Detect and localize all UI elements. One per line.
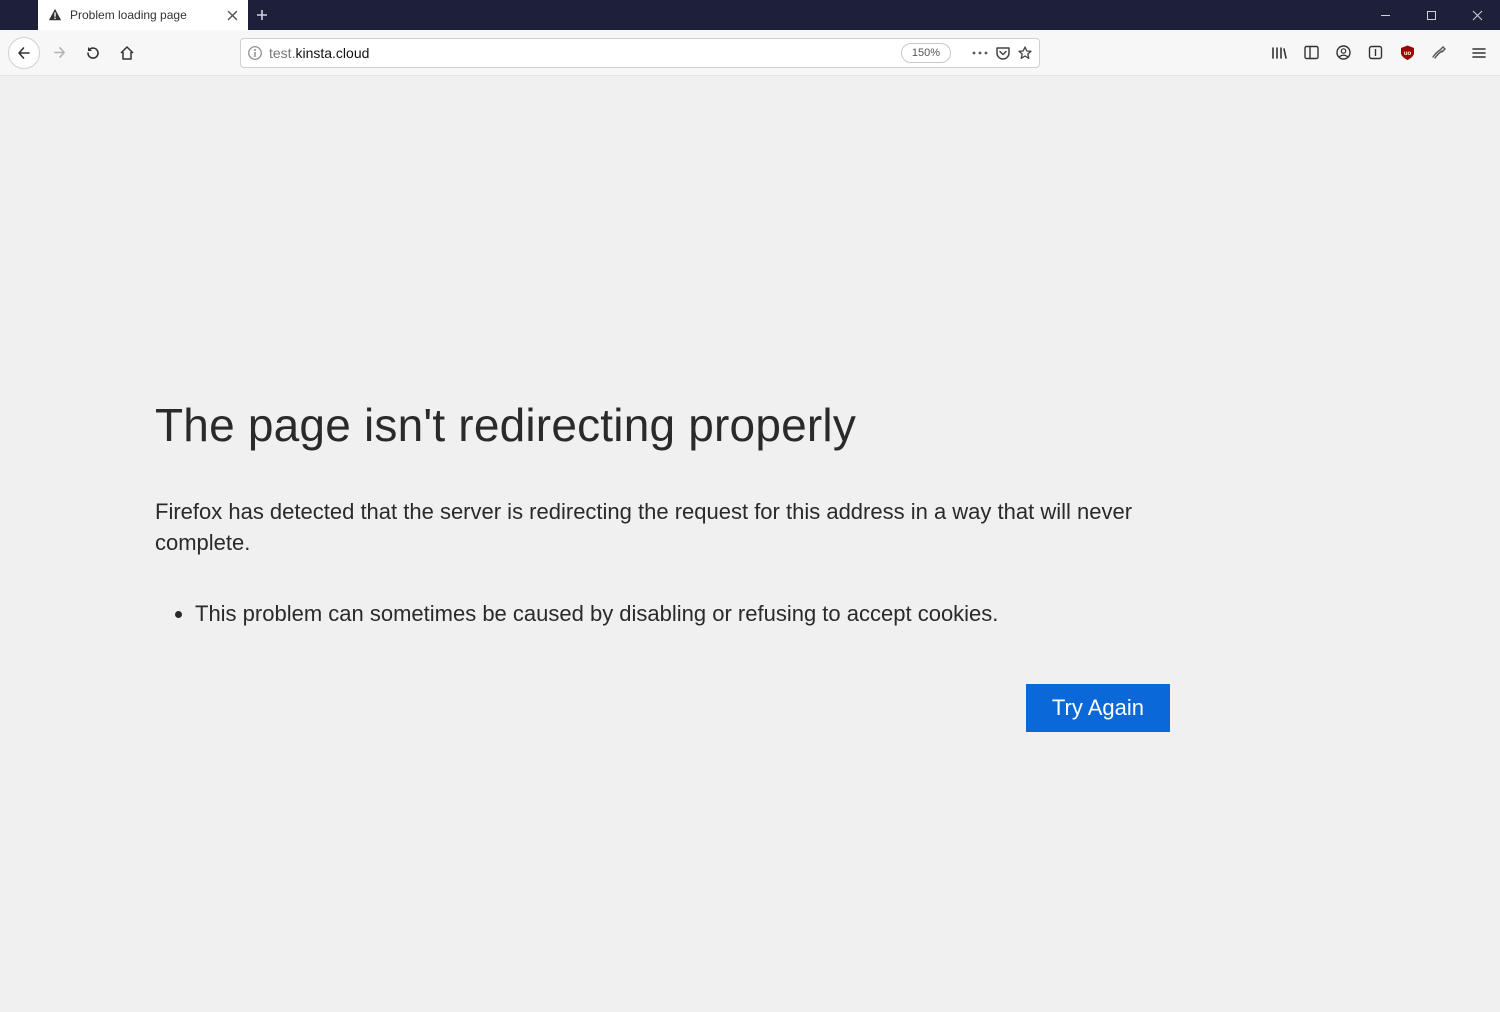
pocket-icon[interactable]	[995, 45, 1011, 61]
svg-text:uo: uo	[1403, 51, 1411, 57]
extension-sketch-icon[interactable]	[1424, 38, 1454, 68]
minimize-button[interactable]	[1362, 0, 1408, 30]
error-description: Firefox has detected that the server is …	[155, 497, 1170, 559]
url-prefix: test.	[269, 45, 295, 61]
library-icon[interactable]	[1264, 38, 1294, 68]
account-icon[interactable]	[1328, 38, 1358, 68]
maximize-button[interactable]	[1408, 0, 1454, 30]
warning-icon	[48, 8, 62, 22]
close-tab-icon[interactable]	[227, 10, 238, 21]
ublock-icon[interactable]: uo	[1392, 38, 1422, 68]
url-bar[interactable]: test.kinsta.cloud 150%	[240, 38, 1040, 68]
error-title: The page isn't redirecting properly	[155, 398, 1170, 452]
tab-strip: Problem loading page	[0, 0, 1500, 30]
hamburger-menu-icon[interactable]	[1464, 38, 1494, 68]
extension-container-icon[interactable]	[1360, 38, 1390, 68]
bookmark-star-icon[interactable]	[1017, 45, 1033, 61]
new-tab-button[interactable]	[248, 0, 276, 30]
sidebar-toggle-icon[interactable]	[1296, 38, 1326, 68]
toolbar-right: uo	[1164, 38, 1494, 68]
page-content: The page isn't redirecting properly Fire…	[0, 76, 1500, 1012]
browser-tab[interactable]: Problem loading page	[38, 0, 248, 30]
back-button[interactable]	[8, 37, 40, 69]
error-suggestion-item: This problem can sometimes be caused by …	[195, 599, 1170, 630]
reload-button[interactable]	[78, 38, 108, 68]
home-button[interactable]	[112, 38, 142, 68]
window-controls	[1362, 0, 1500, 30]
forward-button[interactable]	[44, 38, 74, 68]
page-actions-icon[interactable]	[971, 45, 989, 61]
zoom-badge[interactable]: 150%	[901, 43, 951, 63]
try-again-button[interactable]: Try Again	[1026, 684, 1170, 732]
url-host: kinsta.cloud	[295, 45, 369, 61]
tab-title: Problem loading page	[70, 8, 219, 22]
url-text: test.kinsta.cloud	[269, 45, 895, 61]
error-suggestions: This problem can sometimes be caused by …	[155, 599, 1170, 630]
site-info-icon[interactable]	[247, 45, 263, 61]
error-container: The page isn't redirecting properly Fire…	[155, 398, 1170, 732]
navigation-toolbar: test.kinsta.cloud 150% uo	[0, 30, 1500, 76]
close-window-button[interactable]	[1454, 0, 1500, 30]
